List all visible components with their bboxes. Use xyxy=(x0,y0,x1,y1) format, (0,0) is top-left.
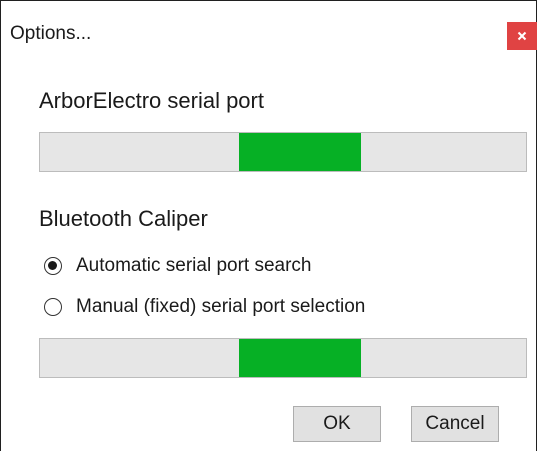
radio-manual-selection[interactable]: Manual (fixed) serial port selection xyxy=(44,295,365,319)
radio-dot xyxy=(48,261,57,270)
arbor-progress-bar xyxy=(39,132,527,172)
radio-automatic-search[interactable]: Automatic serial port search xyxy=(44,254,312,278)
radio-button-manual[interactable] xyxy=(44,298,62,316)
radio-label-manual: Manual (fixed) serial port selection xyxy=(76,296,366,317)
arbor-progress-chunk xyxy=(239,133,361,171)
ok-button[interactable]: OK xyxy=(293,406,381,442)
window-title: Options... xyxy=(10,23,92,44)
arbor-section-label: ArborElectro serial port xyxy=(39,88,264,113)
radio-label-automatic: Automatic serial port search xyxy=(76,255,312,276)
cancel-button[interactable]: Cancel xyxy=(411,406,499,442)
caliper-progress-chunk xyxy=(239,339,361,377)
close-icon xyxy=(517,31,527,41)
radio-button-automatic[interactable] xyxy=(44,257,62,275)
caliper-progress-bar xyxy=(39,338,527,378)
close-button[interactable] xyxy=(507,22,537,50)
options-dialog: Options... ArborElectro serial port Blue… xyxy=(0,0,537,451)
caliper-section-label: Bluetooth Caliper xyxy=(39,206,208,231)
